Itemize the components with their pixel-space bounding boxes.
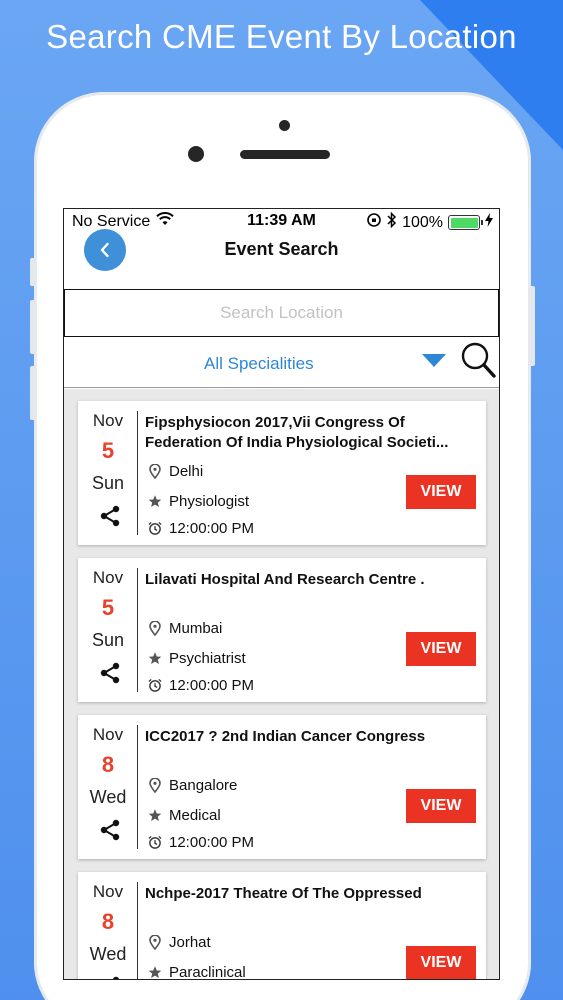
event-day: 5 — [101, 438, 115, 463]
star-icon — [148, 652, 162, 666]
event-list: Nov 5 Sun Fipsphysiocon 2017,Vii Congres… — [64, 389, 499, 980]
event-date: Nov 5 Sun — [78, 558, 138, 702]
share-button[interactable] — [99, 976, 121, 979]
event-title: Fipsphysiocon 2017,Vii Congress Of Feder… — [145, 414, 449, 451]
nav-bar: Event Search — [64, 229, 499, 289]
event-time: 12:00:00 PM — [148, 834, 254, 851]
battery-icon — [448, 215, 483, 230]
phone-sensor — [279, 120, 290, 131]
event-month: Nov — [92, 411, 124, 430]
search-location-input[interactable] — [65, 290, 498, 336]
event-location: Bangalore — [148, 777, 237, 794]
view-button[interactable]: VIEW — [406, 475, 476, 509]
share-icon — [100, 505, 120, 527]
phone-side-button — [30, 258, 36, 286]
phone-speaker — [240, 150, 330, 159]
event-date: Nov 5 Sun — [78, 401, 138, 545]
event-location: Jorhat — [148, 934, 211, 951]
event-card[interactable]: Nov 8 Wed Nchpe-2017 Theatre Of The Oppr… — [78, 872, 486, 980]
event-speciality: Psychiatrist — [148, 650, 246, 667]
event-speciality: Physiologist — [148, 493, 249, 510]
share-button[interactable] — [99, 662, 121, 684]
speciality-dropdown[interactable]: All Specialities — [204, 354, 314, 374]
event-title: Nchpe-2017 Theatre Of The Oppressed — [145, 885, 422, 902]
promo-headline: Search CME Event By Location — [46, 18, 517, 55]
dropdown-arrow-icon[interactable] — [422, 354, 446, 367]
view-button[interactable]: VIEW — [406, 789, 476, 823]
share-button[interactable] — [99, 819, 121, 841]
page-title: Event Search — [224, 239, 339, 259]
event-speciality: Paraclinical — [148, 964, 246, 980]
phone-side-button — [529, 286, 535, 366]
event-location: Mumbai — [148, 620, 222, 637]
share-icon — [100, 819, 120, 841]
event-time: 12:00:00 PM — [148, 520, 254, 537]
divider — [137, 411, 138, 535]
search-icon — [461, 342, 496, 378]
location-pin-icon — [148, 464, 162, 479]
share-button[interactable] — [99, 505, 121, 527]
event-card[interactable]: Nov 5 Sun Fipsphysiocon 2017,Vii Congres… — [78, 401, 486, 545]
event-weekday: Wed — [89, 787, 127, 807]
star-icon — [148, 966, 162, 980]
event-date: Nov 8 Wed — [78, 715, 138, 859]
view-button[interactable]: VIEW — [406, 632, 476, 666]
event-weekday: Sun — [91, 630, 125, 650]
event-month: Nov — [92, 882, 124, 901]
event-date: Nov 8 Wed — [78, 872, 138, 979]
event-month: Nov — [92, 725, 124, 744]
event-weekday: Wed — [89, 944, 127, 964]
search-location-box — [64, 289, 499, 337]
location-pin-icon — [148, 935, 162, 950]
divider — [137, 568, 138, 692]
event-day: 5 — [101, 595, 115, 620]
event-title: Lilavati Hospital And Research Centre . — [145, 571, 425, 588]
app-screen: No Service 11:39 AM 100% Event Search Se… — [63, 208, 500, 980]
event-card[interactable]: Nov 5 Sun Lilavati Hospital And Research… — [78, 558, 486, 702]
share-icon — [100, 662, 120, 684]
divider — [137, 882, 138, 979]
event-month: Nov — [92, 568, 124, 587]
location-pin-icon — [148, 778, 162, 793]
event-day: 8 — [101, 909, 115, 934]
speciality-filter-row: All Specialities — [64, 337, 499, 388]
star-icon — [148, 809, 162, 823]
event-weekday: Sun — [91, 473, 125, 493]
alarm-clock-icon — [148, 678, 162, 693]
phone-side-button — [30, 300, 36, 354]
star-icon — [148, 495, 162, 509]
search-button[interactable] — [460, 341, 498, 381]
phone-side-button — [30, 366, 36, 420]
divider — [137, 725, 138, 849]
alarm-clock-icon — [148, 521, 162, 536]
share-icon — [112, 976, 120, 979]
event-day: 8 — [101, 752, 115, 777]
view-button[interactable]: VIEW — [406, 946, 476, 979]
alarm-clock-icon — [148, 835, 162, 850]
event-location: Delhi — [148, 463, 203, 480]
phone-camera — [188, 146, 204, 162]
event-time: 12:00:00 PM — [148, 677, 254, 694]
location-pin-icon — [148, 621, 162, 636]
event-speciality: Medical — [148, 807, 221, 824]
event-title: ICC2017 ? 2nd Indian Cancer Congress — [145, 728, 426, 745]
event-card[interactable]: Nov 8 Wed ICC2017 ? 2nd Indian Cancer Co… — [78, 715, 486, 859]
